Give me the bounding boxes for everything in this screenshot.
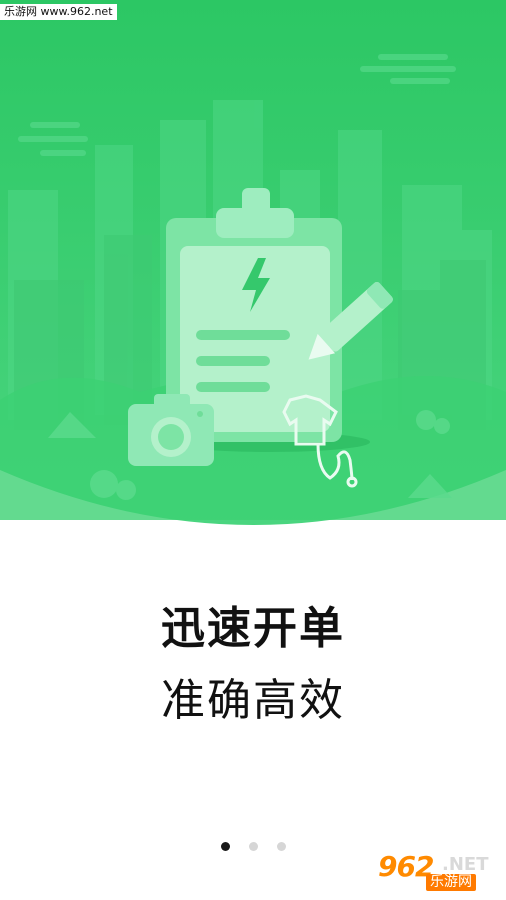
page-dot-1[interactable] xyxy=(220,842,230,851)
watermark-text: 乐游网 www.962.net xyxy=(0,4,117,20)
subheadline: 准确高效 xyxy=(161,675,345,726)
watermark-logo-cn: 乐游网 xyxy=(426,874,476,891)
headline: 迅速开单 xyxy=(161,603,345,654)
page-dot-2[interactable] xyxy=(248,842,258,851)
watermark-logo: 962 .NET 乐游网 xyxy=(370,848,498,892)
watermark-logo-suffix: .NET xyxy=(442,854,489,875)
page-dot-3[interactable] xyxy=(276,842,286,851)
onboarding-illustration xyxy=(0,0,506,525)
